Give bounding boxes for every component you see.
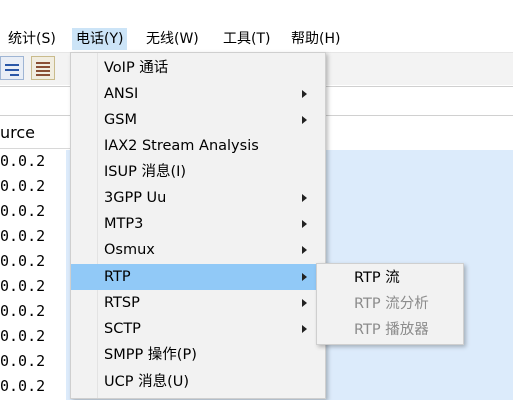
menu-item-label: GSM xyxy=(104,112,137,128)
source-cell: 0.0.2 xyxy=(0,227,46,245)
menu-item-label: RTSP xyxy=(104,295,140,311)
menu-item-rtp-player: RTP 播放器 xyxy=(317,317,463,343)
submenu-arrow-icon xyxy=(302,246,307,254)
menu-item-gsm[interactable]: GSM xyxy=(71,107,325,133)
submenu-arrow-icon xyxy=(302,220,307,228)
menu-item-osmux[interactable]: Osmux xyxy=(71,237,325,263)
menu-item-rtp-stream-analysis: RTP 流分析 xyxy=(317,291,463,317)
menu-item-label: ANSI xyxy=(104,86,139,102)
menu-tools[interactable]: 工具(T) xyxy=(219,28,274,50)
submenu-arrow-icon xyxy=(302,116,307,124)
menu-item-label: VoIP 通话 xyxy=(104,60,169,76)
menu-item-label: UCP 消息(U) xyxy=(104,374,190,390)
submenu-arrow-icon xyxy=(302,325,307,333)
rtp-submenu: RTP 流 RTP 流分析 RTP 播放器 xyxy=(316,263,464,345)
source-cell: 0.0.2 xyxy=(0,327,46,345)
menu-item-mtp3[interactable]: MTP3 xyxy=(71,211,325,237)
menu-item-label: MTP3 xyxy=(104,216,144,232)
menu-item-label: SCTP xyxy=(104,321,141,337)
menu-item-3gpp-uu[interactable]: 3GPP Uu xyxy=(71,185,325,211)
menu-wireless[interactable]: 无线(W) xyxy=(142,28,203,50)
menu-item-label: RTP xyxy=(104,269,131,285)
menu-item-label: Osmux xyxy=(104,242,155,258)
submenu-arrow-icon xyxy=(302,299,307,307)
menu-item-sctp[interactable]: SCTP xyxy=(71,316,325,342)
source-cell: 0.0.2 xyxy=(0,252,46,270)
source-cell: 0.0.2 xyxy=(0,152,46,170)
telephony-dropdown-menu: VoIP 通话 ANSI GSM IAX2 Stream Analysis IS… xyxy=(70,52,326,399)
menu-item-ansi[interactable]: ANSI xyxy=(71,81,325,107)
menu-item-label: ISUP 消息(I) xyxy=(104,164,187,180)
submenu-arrow-icon xyxy=(302,194,307,202)
menu-item-rtp[interactable]: RTP xyxy=(71,264,325,290)
coloring-rules-icon[interactable] xyxy=(31,56,55,80)
menu-item-iax2-stream-analysis[interactable]: IAX2 Stream Analysis xyxy=(71,133,325,159)
menu-help[interactable]: 帮助(H) xyxy=(287,28,344,50)
menu-item-label: RTP 流分析 xyxy=(354,296,429,312)
menu-item-ucp-messages[interactable]: UCP 消息(U) xyxy=(71,369,325,395)
menu-item-label: RTP 流 xyxy=(354,270,400,286)
source-cell: 0.0.2 xyxy=(0,277,46,295)
column-header-label: urce xyxy=(0,123,36,142)
source-cell: 0.0.2 xyxy=(0,377,46,395)
menu-bar: 统计(S) 电话(Y) 无线(W) 工具(T) 帮助(H) xyxy=(0,0,513,53)
menu-item-label: 3GPP Uu xyxy=(104,190,167,206)
menu-statistics[interactable]: 统计(S) xyxy=(4,28,60,50)
source-cell: 0.0.2 xyxy=(0,202,46,220)
menu-item-label: RTP 播放器 xyxy=(354,322,429,338)
menu-item-voip-calls[interactable]: VoIP 通话 xyxy=(71,55,325,81)
submenu-arrow-icon xyxy=(302,90,307,98)
menu-item-rtsp[interactable]: RTSP xyxy=(71,290,325,316)
menu-item-label: SMPP 操作(P) xyxy=(104,347,197,363)
menu-item-rtp-streams[interactable]: RTP 流 xyxy=(317,265,463,291)
resize-columns-icon[interactable] xyxy=(0,56,24,80)
source-cell: 0.0.2 xyxy=(0,352,46,370)
source-cell: 0.0.2 xyxy=(0,177,46,195)
menu-item-label: IAX2 Stream Analysis xyxy=(104,138,259,154)
source-cell: 0.0.2 xyxy=(0,302,46,320)
menu-item-isup-messages[interactable]: ISUP 消息(I) xyxy=(71,159,325,185)
menu-telephony[interactable]: 电话(Y) xyxy=(72,28,128,50)
submenu-arrow-icon xyxy=(302,273,307,281)
menu-item-smpp-operations[interactable]: SMPP 操作(P) xyxy=(71,342,325,368)
